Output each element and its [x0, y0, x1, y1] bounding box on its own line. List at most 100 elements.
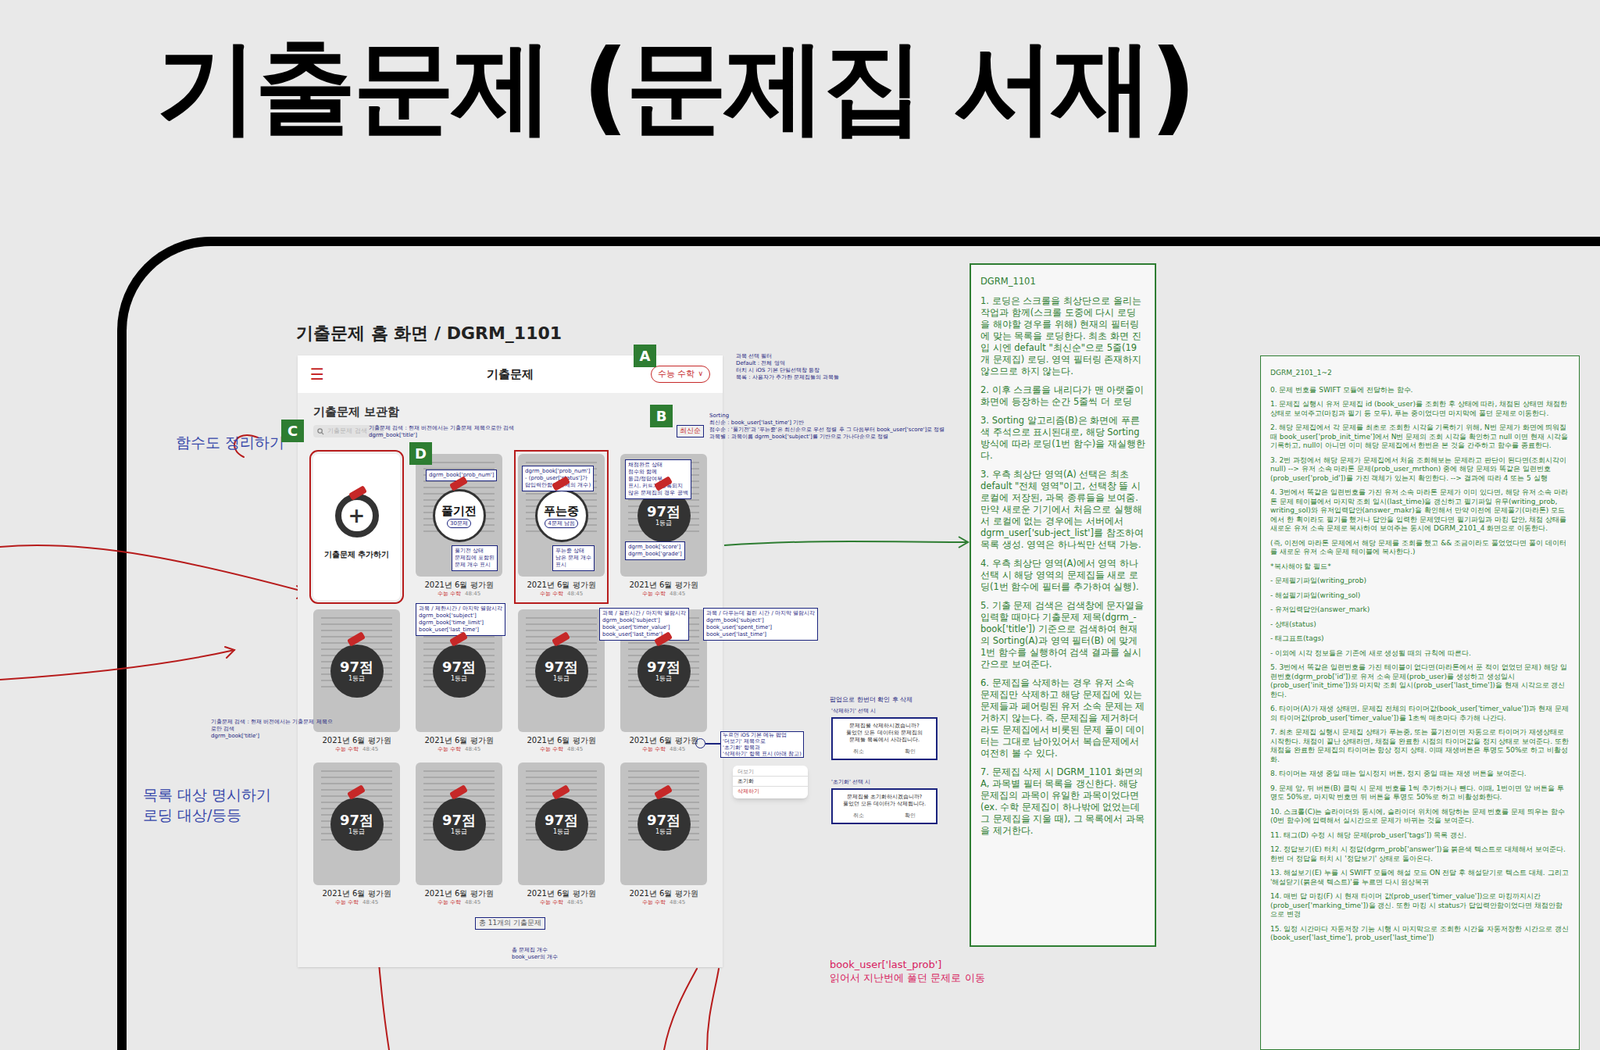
dialog-message: 문제들 목록에서 사라집니다. — [849, 736, 920, 744]
book-card[interactable]: 97점1등급2021년 6월 평가원수능 수학48:45 — [517, 609, 605, 754]
book-card[interactable]: 97점1등급2021년 6월 평가원수능 수학48:45 — [517, 762, 605, 907]
book-subject: 수능 수학 — [539, 745, 564, 754]
spec-paragraph: 7. 최초 문제집 실행시 문제집 상태가 푸는중, 또는 풀기전이면 자동으로… — [1270, 728, 1570, 765]
status-sub: 1등급 — [655, 519, 672, 528]
annotation: 기출문제 검색 : 현재 버전에서는 기출문제 제목으로만 검색dgrm_boo… — [368, 425, 515, 440]
side-note-line: 목록 대상 명시하기 — [142, 784, 272, 805]
last-prob-note: book_user['last_prob']읽어서 지난번에 풀던 문제로 이동 — [829, 957, 986, 985]
canvas: 기출문제 (문제집 서재)기출문제 홈 화면 / DGRM_1101함수도 정리… — [0, 0, 1600, 1050]
spec-paragraph: 0. 문제 번호를 SWIFT 모듈에 전달하는 함수. — [1270, 385, 1570, 396]
confirm-button[interactable]: 확인 — [904, 747, 916, 757]
book-card[interactable]: 97점1등급2021년 6월 평가원수능 수학48:45 — [313, 762, 400, 907]
cover-line — [321, 623, 393, 625]
book-date: 2021년 6월 평가원 — [620, 888, 708, 899]
book-time: 48:45 — [567, 745, 583, 754]
book-card[interactable]: 97점1등급2021년 6월 평가원수능 수학48:45 — [415, 762, 503, 907]
annotation: 총 문제집 개수book_user의 개수 — [511, 946, 558, 961]
annotation-line: book_user['timer_value'] — [602, 624, 686, 632]
annotation-line: 표시 — [555, 561, 592, 569]
status-sub: 30문제 — [446, 518, 472, 529]
annotation-line: 채점완료 상태 — [628, 461, 689, 469]
annotation: Sorting최신순 : book_user['last_time'] 기반점수… — [709, 412, 945, 441]
spec-panel: DGRM_11011. 로딩은 스크롤을 최상단으로 올리는 작업과 함께(스크… — [969, 263, 1157, 947]
label-badge: C — [281, 419, 304, 443]
spec-paragraph: 13. 해설보기(E) 누를 시 SWIFT 모듈에 해설 모드 ON 전달 후… — [1270, 868, 1570, 887]
book-card[interactable]: 97점1등급2021년 6월 평가원수능 수학48:45 — [620, 762, 708, 907]
annotation-line: 과목 / 다푸는데 걸린 시간 / 마지막 열람시각 — [706, 610, 815, 618]
annotation-line: 최신순 : book_user['last_time'] 기반 — [709, 419, 945, 427]
spec-title: DGRM_2101_1~2 — [1270, 368, 1570, 379]
book-cover: 97점1등급 — [313, 762, 400, 886]
side-note: 목록 대상 명시하기로딩 대상/등등 — [142, 784, 272, 825]
total-count: 총 11개의 기출문제 — [475, 917, 546, 930]
context-menu-title: 더보기 — [732, 767, 808, 776]
book-time: 48:45 — [669, 898, 686, 907]
annotation-line: dgrm_book['prob_num'] — [525, 467, 591, 475]
spec-paragraph: 4. 우측 최상단 영역(A)에서 영역 하나 선택 시 해당 영역의 문제집들… — [980, 557, 1146, 593]
book-date: 2021년 6월 평가원 — [313, 735, 400, 746]
annotation-line: Sorting — [709, 412, 945, 420]
book-time: 48:45 — [464, 589, 481, 598]
label-badge: D — [409, 442, 433, 465]
hint-line: '더보기' 제목으로 — [722, 738, 802, 745]
context-menu: 더보기초기화삭제하기 — [732, 765, 808, 799]
cover-line — [321, 782, 393, 785]
subject-filter[interactable]: 수능 수학∨ — [650, 365, 711, 384]
book-time: 48:45 — [464, 745, 481, 754]
book-meta: 수능 수학48:45 — [415, 898, 503, 907]
book-meta: 수능 수학48:45 — [313, 898, 400, 907]
book-meta: 수능 수학48:45 — [620, 589, 708, 598]
status-badge: 97점1등급 — [330, 644, 384, 698]
side-note: 함수도 정리하기 — [175, 432, 285, 453]
status-label: 97점 — [442, 812, 476, 829]
phone-screen: ☰기출문제수능 수학∨기출문제 보관함최신순+기출문제 추가하기풀기전30문제2… — [297, 355, 723, 968]
add-icon: + — [335, 493, 379, 538]
menu-icon[interactable]: ☰ — [310, 362, 381, 386]
cancel-button[interactable]: 취소 — [853, 747, 865, 757]
cover-line — [321, 629, 393, 632]
annotation-line: 목록 : 사용자가 추가한 문제집들의 과목들 — [735, 374, 840, 382]
book-meta: 수능 수학48:45 — [517, 898, 605, 907]
book-date: 2021년 6월 평가원 — [517, 888, 605, 899]
annotation-line: book_user['last_time'] — [602, 631, 686, 639]
cover-line — [525, 623, 597, 625]
spec-paragraph: 12. 정답보기(E) 터치 시 정답(dgrm_prob['answer'])… — [1270, 845, 1570, 864]
status-label: 97점 — [339, 812, 374, 829]
side-note-line: 함수도 정리하기 — [175, 432, 285, 453]
spec-paragraph: 2. 이후 스크롤을 내리다가 맨 아랫줄이 화면에 등장하는 순간 5줄씩 더… — [980, 384, 1146, 408]
touch-point-icon — [695, 738, 706, 749]
cover-line — [423, 461, 495, 464]
search-icon-svg — [317, 428, 325, 436]
context-menu-item[interactable]: 삭제하기 — [732, 785, 808, 797]
cover-line — [423, 770, 495, 772]
annotation: 풀기전 상태문제집에 포함된문제 개수 표시 — [451, 545, 498, 572]
spec-paragraph: - 상태(status) — [1270, 620, 1570, 630]
sort-button[interactable]: 최신순 — [676, 425, 704, 438]
book-card[interactable]: 97점1등급 2021년 6월 평가원수능 수학48:45 — [313, 609, 400, 754]
cancel-button[interactable]: 취소 — [853, 811, 865, 821]
confirm-button[interactable]: 확인 — [904, 811, 916, 821]
status-badge: 97점1등급 — [432, 797, 486, 851]
spec-paragraph: 9. 문제 앞, 뒤 버튼(B) 클릭 시 문제 번호를 1씩 추가하거나 뺀다… — [1270, 784, 1570, 803]
add-book-card[interactable]: +기출문제 추가하기 — [313, 453, 400, 600]
book-time: 48:45 — [669, 745, 686, 754]
spec-paragraph: 15. 일정 시간마다 자동저장 기능 시행 시 마지막으로 조회한 시간을 자… — [1270, 925, 1570, 943]
status-label: 97점 — [544, 812, 579, 829]
status-sub: 1등급 — [348, 675, 365, 683]
context-menu-item[interactable]: 초기화 — [732, 775, 808, 786]
book-meta: 수능 수학48:45 — [313, 745, 400, 754]
annotation-line: book_user의 개수 — [511, 953, 558, 961]
book-subject: 수능 수학 — [539, 898, 564, 907]
annotation-line: dgrm_book['subject'] — [706, 617, 815, 625]
spec-paragraph: (즉, 이전에 마라톤 문제에서 해당 문제를 조회를 했고 && 조금이라도 … — [1270, 539, 1570, 558]
hint-line: 누르면 iOS 기본 메뉴 팝업 — [722, 732, 802, 739]
status-badge: 97점1등급 — [432, 644, 486, 698]
popup-hint: 누르면 iOS 기본 메뉴 팝업'더보기' 제목으로'초기화' 항목과'삭제하기… — [720, 731, 804, 758]
annotation-line: 않은 문제집의 경우 공백 — [628, 489, 689, 497]
dialog-message: 문제집을 초기화하시겠습니까? — [846, 793, 923, 801]
total-row: 총 11개의 기출문제 — [313, 917, 708, 930]
status-sub: 1등급 — [553, 675, 570, 683]
annotation-line: book_user['spent_time'] — [706, 624, 815, 632]
spec-paragraph: 5. 기출 문제 검색은 검색창에 문자열을 입력할 때마다 기출문제 제목(d… — [980, 600, 1146, 671]
spec-paragraph: 6. 타이머(A)가 재생 상태면, 문제집 전체의 타이머값(book_use… — [1270, 704, 1570, 723]
